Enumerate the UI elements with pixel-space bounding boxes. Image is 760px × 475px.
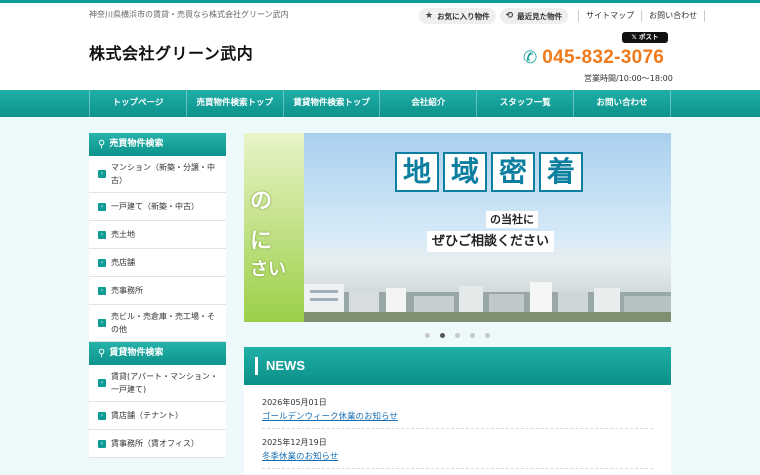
sidebar-link[interactable]: › 賃店舗（テナント） <box>89 402 226 430</box>
sidebar-link[interactable]: › 売ビル・売倉庫・売工場・その他 <box>89 305 226 342</box>
previous-slide-peek: の に さい <box>244 133 304 322</box>
cityscape-image <box>304 282 671 322</box>
news-date: 2025年12月19日 <box>262 438 327 447</box>
nav-item[interactable]: 売買物件検索トップ <box>185 90 283 117</box>
nav-item[interactable]: トップページ <box>89 90 186 117</box>
slide-left-text: さい <box>250 259 286 280</box>
favorites-button[interactable]: ★ お気に入り物件 <box>419 8 496 24</box>
x-icon: 𝕏 <box>631 33 639 41</box>
news-heading: NEWS <box>244 347 671 385</box>
slide-subtitle-2: ぜひご相談ください <box>427 231 555 252</box>
chevron-right-icon: › <box>98 170 106 178</box>
search-icon: ⚲ <box>98 348 106 359</box>
sidebar-link[interactable]: › 賃事務所（賃オフィス） <box>89 430 226 458</box>
global-nav: トップページ 売買物件検索トップ 賃貸物件検索トップ 会社紹介 スタッフ一覧 お問い合わせ <box>0 90 760 117</box>
site-tagline: 神奈川県横浜市の賃貸・売買なら株式会社グリーン武内 <box>89 10 289 19</box>
sidebar-link-label: 売ビル・売倉庫・売工場・その他 <box>111 312 215 334</box>
top-accent-line <box>0 0 760 3</box>
news-item: 2025年12月19日冬季休業のお知らせ <box>262 437 653 469</box>
sidebar-link-label: 賃事務所（賃オフィス） <box>111 439 199 448</box>
x-post-label: ポスト <box>639 33 659 41</box>
slider-dot[interactable] <box>485 333 490 338</box>
slider-dot[interactable] <box>440 333 445 338</box>
business-hours: 営業時間/10:00～18:00 <box>584 74 673 83</box>
favorites-label: お気に入り物件 <box>437 11 490 21</box>
chevron-right-icon: › <box>98 286 106 295</box>
slide-headline: 地 域 密 着 <box>395 152 587 192</box>
chevron-right-icon: › <box>98 230 106 239</box>
sitemap-link[interactable]: サイトマップ <box>578 10 641 22</box>
sidebar-link[interactable]: › マンション（新築・分譲・中古） <box>89 156 226 193</box>
sidebar-link-label: 賃貸(アパート・マンション・一戸建て) <box>111 372 218 394</box>
sidebar-link-label: 売事務所 <box>111 286 143 295</box>
star-icon: ★ <box>425 11 434 21</box>
slider-dots <box>425 333 500 338</box>
chevron-right-icon: › <box>98 411 106 420</box>
phone-block: ✆ 045-832-3076 <box>523 47 664 69</box>
sidebar-link-label: 売店舗 <box>111 258 135 267</box>
slide-headline-char: 着 <box>539 152 583 192</box>
current-slide: 地 域 密 着 の当社に ぜひご相談ください <box>304 133 671 322</box>
utility-links: ★ お気に入り物件 ⟲ 最近見た物件 サイトマップ お問い合わせ <box>419 8 706 24</box>
slide-headline-char: 地 <box>395 152 439 192</box>
news-date: 2026年05月01日 <box>262 398 327 407</box>
news-list: 2026年05月01日ゴールデンウィーク休業のお知らせ 2025年12月19日冬季… <box>244 385 671 475</box>
phone-icon: ✆ <box>523 48 538 68</box>
sidebar-link-label: 賃店舗（テナント） <box>111 411 183 420</box>
sidebar-link[interactable]: › 売店舗 <box>89 249 226 277</box>
nav-item[interactable]: スタッフ一覧 <box>476 90 573 117</box>
sidebar-link[interactable]: › 売土地 <box>89 221 226 249</box>
sidebar-link[interactable]: › 一戸建て（新築・中古） <box>89 193 226 221</box>
slider-dot[interactable] <box>470 333 475 338</box>
chevron-right-icon: › <box>98 202 106 211</box>
slider-dot[interactable] <box>425 333 430 338</box>
rent-search-heading-label: 賃貸物件検索 <box>109 348 164 358</box>
nav-item[interactable]: 会社紹介 <box>379 90 476 117</box>
search-icon: ⚲ <box>98 139 106 150</box>
sidebar-link-label: 一戸建て（新築・中古） <box>111 202 199 211</box>
phone-number[interactable]: 045-832-3076 <box>542 47 664 69</box>
news-item: 2026年05月01日ゴールデンウィーク休業のお知らせ <box>262 397 653 429</box>
chevron-right-icon: › <box>98 379 106 387</box>
history-icon: ⟲ <box>505 11 514 21</box>
slide-subtitle-1: の当社に <box>486 211 538 228</box>
sidebar-link[interactable]: › 売事務所 <box>89 277 226 305</box>
slider-dot[interactable] <box>455 333 460 338</box>
rent-search-heading: ⚲ 賃貸物件検索 <box>89 342 226 365</box>
sidebar-link[interactable]: › 賃貸(アパート・マンション・一戸建て) <box>89 365 226 402</box>
sale-search-heading: ⚲ 売買物件検索 <box>89 133 226 156</box>
news-title-link[interactable]: 冬季休業のお知らせ <box>262 450 653 462</box>
nav-item[interactable]: お問い合わせ <box>573 90 671 117</box>
recent-button[interactable]: ⟲ 最近見た物件 <box>499 8 569 24</box>
sidebar: ⚲ 売買物件検索 › マンション（新築・分譲・中古） › 一戸建て（新築・中古） › 売土… <box>89 133 226 458</box>
chevron-right-icon: › <box>98 319 106 327</box>
hero-slider[interactable]: の に さい 地 域 密 着 の当社に ぜひご相談ください <box>244 133 671 322</box>
chevron-right-icon: › <box>98 258 106 267</box>
sidebar-link-label: 売土地 <box>111 230 135 239</box>
chevron-right-icon: › <box>98 439 106 448</box>
sale-search-heading-label: 売買物件検索 <box>109 139 164 149</box>
news-title-link[interactable]: ゴールデンウィーク休業のお知らせ <box>262 410 653 422</box>
recent-label: 最近見た物件 <box>517 11 563 21</box>
x-post-button[interactable]: 𝕏 ポスト <box>622 32 668 43</box>
news-section: NEWS 2026年05月01日ゴールデンウィーク休業のお知らせ 2025年12月… <box>244 347 671 475</box>
contact-link[interactable]: お問い合わせ <box>641 10 706 22</box>
slide-headline-char: 密 <box>491 152 535 192</box>
sidebar-link-label: マンション（新築・分譲・中古） <box>111 163 215 185</box>
nav-item[interactable]: 賃貸物件検索トップ <box>282 90 380 117</box>
site-logo[interactable]: 株式会社グリーン武内 <box>89 40 253 64</box>
slide-headline-char: 域 <box>443 152 487 192</box>
slide-left-text: に <box>250 229 273 254</box>
slide-left-text: の <box>250 189 273 214</box>
